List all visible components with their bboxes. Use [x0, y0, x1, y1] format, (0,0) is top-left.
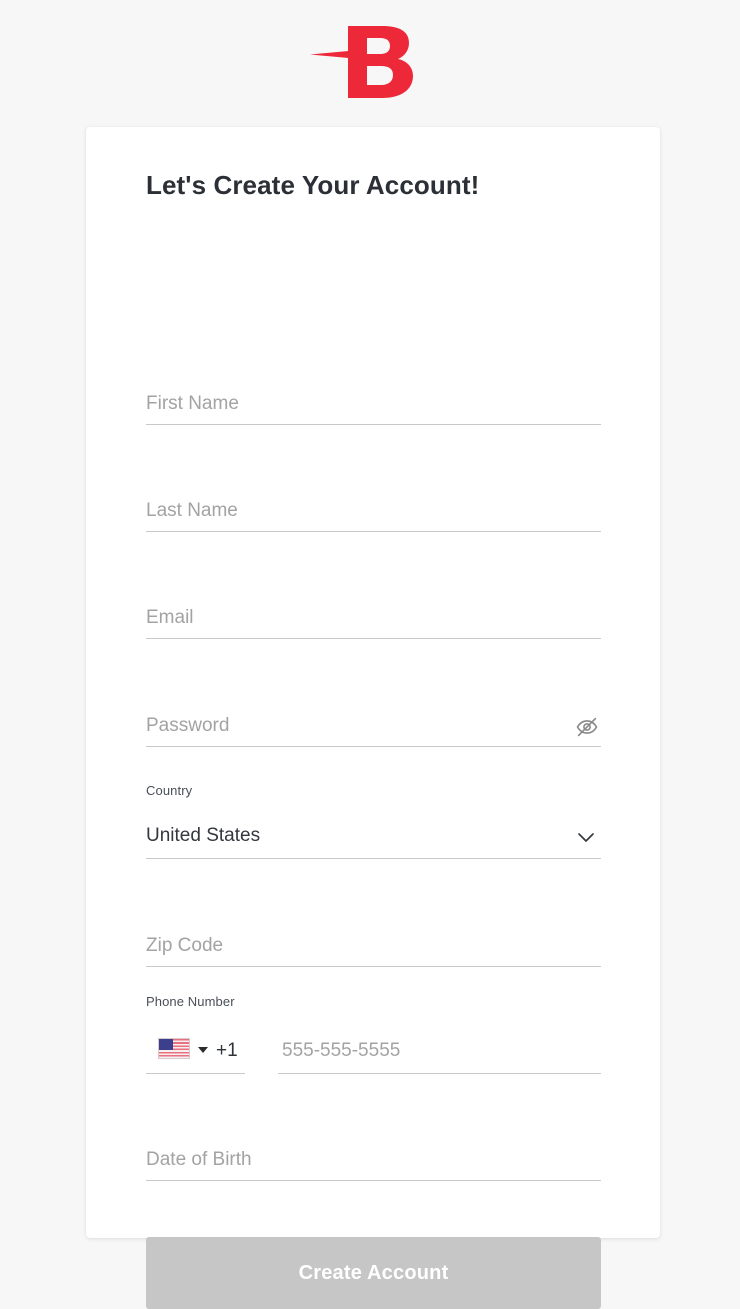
brand-logo	[0, 18, 740, 100]
email-field[interactable]: Email	[146, 591, 601, 639]
phone-country-code-underline	[146, 1073, 245, 1074]
create-account-button[interactable]: Create Account	[146, 1237, 601, 1309]
zip-code-field[interactable]: Zip Code	[146, 919, 601, 967]
last-name-placeholder: Last Name	[146, 500, 238, 521]
date-of-birth-underline	[146, 1180, 601, 1181]
letter-b-logo-icon	[310, 20, 430, 98]
eye-off-icon[interactable]	[573, 713, 601, 741]
caret-down-icon[interactable]	[198, 1047, 208, 1053]
country-label: Country	[146, 783, 193, 798]
first-name-field[interactable]: First Name	[146, 377, 601, 425]
password-underline	[146, 746, 601, 747]
first-name-underline	[146, 424, 601, 425]
us-flag-icon	[158, 1038, 190, 1059]
phone-number-placeholder: 555-555-5555	[282, 1040, 401, 1061]
phone-number-group: Phone Number +1 555-555-5555	[146, 994, 601, 1074]
phone-number-underline	[278, 1073, 601, 1074]
date-of-birth-placeholder: Date of Birth	[146, 1149, 252, 1170]
country-value: United States	[146, 825, 261, 846]
phone-country-code-select[interactable]: +1	[146, 1022, 245, 1074]
zip-code-underline	[146, 966, 601, 967]
email-underline	[146, 638, 601, 639]
zip-code-placeholder: Zip Code	[146, 935, 224, 956]
country-select[interactable]: Country United States	[146, 783, 601, 859]
phone-number-label: Phone Number	[146, 994, 235, 1009]
last-name-underline	[146, 531, 601, 532]
page-title: Let's Create Your Account!	[146, 170, 480, 200]
date-of-birth-field[interactable]: Date of Birth	[146, 1133, 601, 1181]
signup-card: Let's Create Your Account! First Name La…	[86, 127, 660, 1309]
phone-dial-code: +1	[216, 1040, 238, 1061]
country-underline	[146, 858, 601, 859]
password-placeholder: Password	[146, 715, 230, 736]
password-field[interactable]: Password	[146, 699, 601, 747]
first-name-placeholder: First Name	[146, 393, 239, 414]
phone-number-input[interactable]: 555-555-5555	[278, 1022, 601, 1074]
email-placeholder: Email	[146, 607, 194, 628]
last-name-field[interactable]: Last Name	[146, 484, 601, 532]
chevron-down-icon[interactable]	[573, 824, 599, 850]
